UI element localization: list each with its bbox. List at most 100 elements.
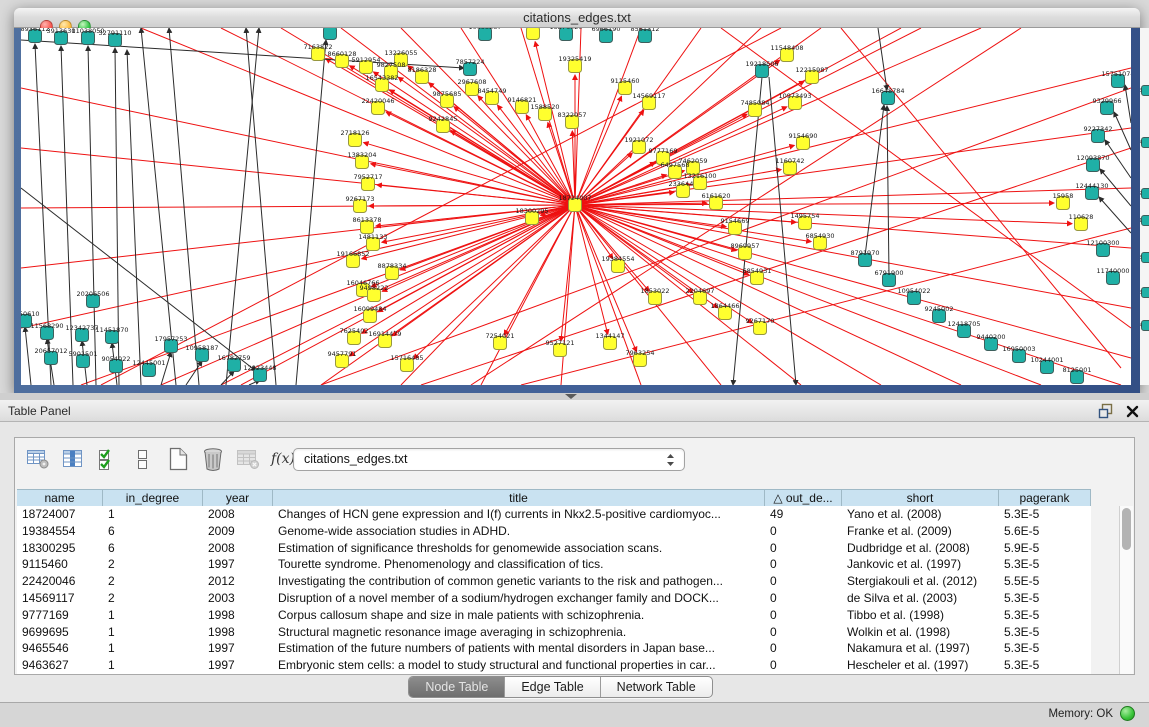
graph-node[interactable]: 20657012 [34,347,67,365]
graph-node-selected[interactable]: 19384554 [601,255,634,273]
table-row[interactable]: 1456911722003Disruption of a novel membe… [17,590,1091,607]
graph-node-selected[interactable]: 7963254 [626,349,655,367]
graph-node-selected[interactable]: 7254021 [486,332,515,350]
graph-node-selected[interactable]: 16099484 [353,305,386,323]
graph-node[interactable]: 15276020 [549,28,582,41]
graph-node-selected[interactable]: 9154690 [789,132,818,150]
graph-node[interactable]: 9329966 [1093,97,1122,115]
column-header-out-de-[interactable]: △ out_de... [765,490,842,507]
splitter-collapse-icon[interactable] [565,394,577,399]
memory-ok-indicator[interactable] [1120,706,1135,721]
table-row[interactable]: 946362711997Embryonic stem cells: a mode… [17,657,1091,674]
graph-node-selected[interactable]: 7625402 [340,327,369,345]
table-settings-icon[interactable] [24,445,52,473]
graph-node[interactable]: 8125001 [1063,366,1092,384]
row-selection-icon[interactable] [129,445,157,473]
graph-node[interactable]: 12923448 [243,364,276,382]
graph-node[interactable]: 6791900 [875,269,904,287]
network-canvas[interactable]: 1872400718300295193845548813054716382286… [21,28,1131,385]
graph-node[interactable]: 11451870 [95,326,128,344]
graph-node-selected[interactable]: 14569117 [632,92,665,110]
tab-network-table[interactable]: Network Table [600,677,712,697]
graph-node-selected[interactable]: 8322057 [558,111,587,129]
graph-node[interactable]: 10653287 [468,28,501,41]
graph-node[interactable]: 9440200 [977,333,1006,351]
graph-node-selected[interactable]: 11548408 [770,44,803,62]
graph-node-selected[interactable]: 10973493 [778,92,811,110]
table-row[interactable]: 977716911998Corpus callosum shape and si… [17,607,1091,624]
trash-icon[interactable] [199,445,227,473]
table-source-select[interactable]: citations_edges.txt [293,448,685,471]
scrollbar-thumb[interactable] [1122,508,1131,550]
graph-node[interactable]: 8561312 [631,28,660,43]
graph-node-selected[interactable]: 9267173 [346,195,375,213]
show-columns-icon[interactable] [59,445,87,473]
table-vertical-scrollbar[interactable] [1119,506,1133,674]
table-row[interactable]: 1872400712008Changes of HCN gene express… [17,506,1091,523]
graph-node-selected[interactable]: 15716485 [390,354,423,372]
graph-node-selected[interactable]: 1344147 [596,332,625,350]
graph-node[interactable]: 11568290 [30,322,63,340]
graph-node-selected[interactable]: 1383204 [348,151,377,169]
graph-node-selected[interactable]: 6854930 [806,232,835,250]
graph-node-selected[interactable]: 16543382 [365,74,398,92]
graph-node-selected[interactable]: 7952717 [354,173,383,191]
graph-node[interactable]: 9054022 [102,355,131,373]
graph-node[interactable]: 11740000 [1096,267,1129,285]
graph-node[interactable]: 16648784 [871,87,904,105]
graph-node-selected[interactable]: 8969957 [731,242,760,260]
graph-node-selected[interactable]: 1588520 [531,103,560,121]
graph-node-selected[interactable]: 9457791 [328,350,357,368]
graph-node-selected[interactable]: 110628 [1069,213,1094,231]
table-row[interactable]: 1830029562008Estimation of significance … [17,540,1091,557]
float-window-icon[interactable] [1098,403,1115,419]
citation-graph[interactable]: 1872400718300295193845548813054716382286… [21,28,1131,385]
graph-node[interactable]: 12444130 [1075,182,1108,200]
graph-node-selected[interactable]: 1495754 [791,212,820,230]
column-header-title[interactable]: title [273,490,765,507]
graph-node-selected[interactable]: 15958 [1053,192,1074,210]
new-document-icon[interactable] [164,445,192,473]
tab-edge-table[interactable]: Edge Table [504,677,599,697]
graph-node[interactable]: 7857224 [456,58,485,76]
column-header-short[interactable]: short [842,490,999,507]
select-all-icon[interactable] [94,445,122,473]
column-header-pagerank[interactable]: pagerank [999,490,1091,507]
delete-table-icon[interactable] [234,445,262,473]
graph-node[interactable]: 16033803 [313,28,346,40]
graph-node[interactable]: 12093870 [1076,154,1109,172]
graph-node-selected[interactable]: 12215987 [795,66,828,84]
graph-node-selected[interactable]: 2718126 [341,129,370,147]
window-titlebar[interactable]: citations_edges.txt [14,8,1140,28]
graph-node[interactable]: 12342737 [65,324,98,342]
graph-node-selected[interactable]: 8186328 [408,66,437,84]
column-header-in-degree[interactable]: in_degree [103,490,203,507]
graph-node-selected[interactable]: 8454749 [478,87,507,105]
table-row[interactable]: 2242004622012Investigating the contribut… [17,573,1091,590]
graph-node-selected[interactable]: 16914479 [368,330,401,348]
tab-node-table[interactable]: Node Table [409,677,504,697]
graph-node[interactable]: 5901501 [69,350,98,368]
graph-node-selected[interactable]: 9527121 [546,339,575,357]
column-header-year[interactable]: year [203,490,273,507]
table-row[interactable]: 946554611997Estimation of the future num… [17,640,1091,657]
graph-node[interactable]: 6966190 [592,28,621,43]
graph-node[interactable]: 20206506 [76,290,109,308]
graph-node-selected[interactable]: 8878334 [378,262,407,280]
graph-node[interactable]: 17957253 [154,335,187,353]
graph-node-selected[interactable]: 19325419 [558,55,591,73]
graph-node[interactable]: 12445001 [132,359,165,377]
graph-node[interactable]: 32791110 [98,29,131,47]
panel-splitter[interactable] [0,393,1149,400]
graph-node-selected[interactable]: 8613378 [353,216,382,234]
table-row[interactable]: 911546021997Tourette syndrome. Phenomeno… [17,556,1091,573]
graph-node[interactable]: 19218506 [745,60,778,78]
graph-node-selected[interactable]: 1853022 [641,287,670,305]
graph-node[interactable]: 8791970 [851,249,880,267]
column-header-name[interactable]: name [17,490,103,507]
graph-node[interactable]: 12100300 [1086,239,1119,257]
close-panel-icon[interactable] [1126,405,1139,418]
graph-node[interactable]: 10958187 [185,344,218,362]
table-row[interactable]: 1938455462009Genome-wide association stu… [17,523,1091,540]
table-row[interactable]: 969969511998Structural magnetic resonanc… [17,624,1091,641]
